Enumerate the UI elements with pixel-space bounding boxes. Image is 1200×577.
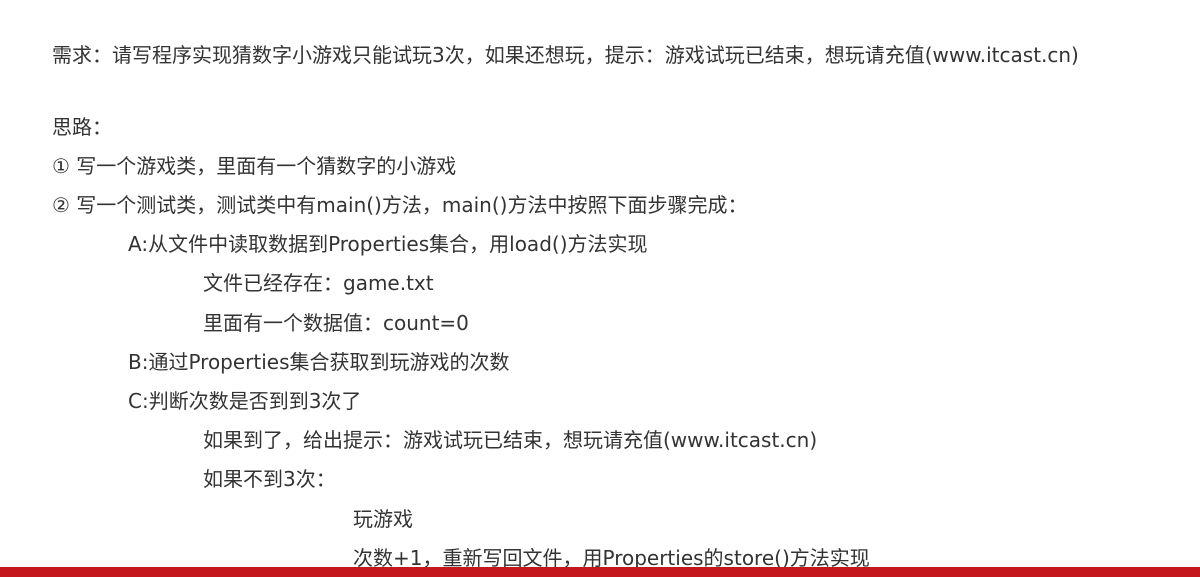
step-2: ② 写一个测试类，测试类中有main()方法，main()方法中按照下面步骤完成… — [52, 193, 748, 217]
substep-a-value: 里面有一个数据值：count=0 — [203, 311, 469, 335]
idea-heading: 思路： — [52, 115, 112, 139]
substep-c-no-play: 玩游戏 — [353, 507, 413, 531]
document-page: 需求：请写程序实现猜数字小游戏只能试玩3次，如果还想玩，提示：游戏试玩已结束，想… — [0, 0, 1200, 570]
substep-a: A:从文件中读取数据到Properties集合，用load()方法实现 — [128, 232, 648, 256]
bottom-red-bar — [0, 567, 1200, 577]
substep-c-yes: 如果到了，给出提示：游戏试玩已结束，想玩请充值(www.itcast.cn) — [203, 428, 818, 452]
requirement-text: 需求：请写程序实现猜数字小游戏只能试玩3次，如果还想玩，提示：游戏试玩已结束，想… — [52, 43, 1079, 67]
step-1: ① 写一个游戏类，里面有一个猜数字的小游戏 — [52, 154, 457, 178]
substep-c: C:判断次数是否到到3次了 — [128, 389, 362, 413]
substep-a-file: 文件已经存在：game.txt — [203, 271, 434, 295]
substep-c-no: 如果不到3次： — [203, 467, 336, 491]
substep-b: B:通过Properties集合获取到玩游戏的次数 — [128, 350, 510, 374]
